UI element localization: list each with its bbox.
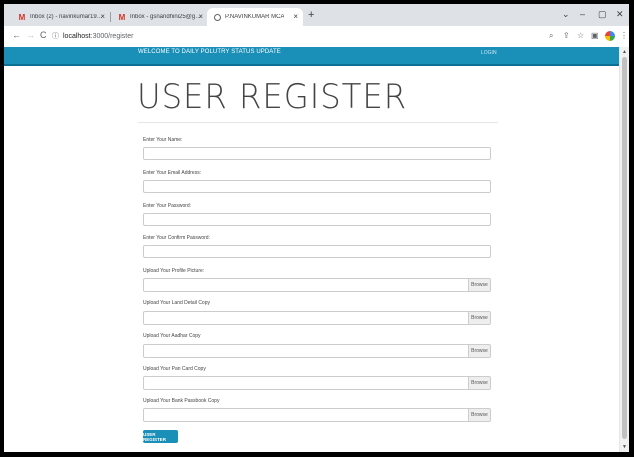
land-detail-label: Upload Your Land Detail Copy [143, 300, 210, 306]
tab-separator [110, 12, 111, 22]
tab-title: Inbox - gsnandhini25@gmail.co [130, 14, 202, 20]
scrollbar-thumb[interactable] [622, 57, 627, 439]
bank-passbook-file-input[interactable] [143, 408, 469, 422]
menu-icon[interactable]: ⋮ [620, 31, 628, 40]
site-brand[interactable]: WELCOME TO DAILY POLUTRY STATUS UPDATE [138, 49, 281, 55]
pan-card-upload: Browse [143, 376, 491, 390]
profile-picture-label: Upload Your Profile Picture: [143, 268, 205, 274]
tab-strip: M Inbox (2) - navinkumar1971999@ × M Inb… [4, 4, 629, 26]
maximize-button[interactable]: ▢ [598, 9, 607, 20]
reload-icon[interactable]: C [40, 30, 47, 40]
email-label: Enter Your Email Address: [143, 170, 202, 176]
page-title: USER REGISTER [137, 77, 408, 117]
sidebar-icon[interactable]: ▣ [591, 31, 599, 40]
browse-button[interactable]: Browse [468, 311, 491, 325]
tab-gmail-inbox-1[interactable]: M Inbox (2) - navinkumar1971999@ × [12, 8, 110, 26]
tab-search-icon[interactable]: ⌄ [562, 9, 570, 20]
tab-gmail-inbox-2[interactable]: M Inbox - gsnandhini25@gmail.co × [112, 8, 208, 26]
bank-passbook-label: Upload Your Bank Passbook Copy [143, 398, 220, 404]
site-navbar: WELCOME TO DAILY POLUTRY STATUS UPDATE L… [4, 47, 624, 66]
tab-title: P.NAVINKUMAR MCA [225, 14, 285, 20]
close-window-button[interactable]: ✕ [616, 9, 624, 20]
minimize-button[interactable]: – [580, 9, 585, 19]
new-tab-button[interactable]: + [308, 9, 314, 21]
aadhar-label: Upload Your Aadhar Copy [143, 333, 201, 339]
tab-active-page[interactable]: P.NAVINKUMAR MCA × [207, 8, 303, 26]
bookmark-star-icon[interactable]: ☆ [577, 31, 584, 40]
browse-button[interactable]: Browse [468, 278, 491, 292]
profile-avatar[interactable] [605, 31, 615, 41]
address-bar: ← → C ⓘ localhost :3000/register ⌕ ⇪ ☆ ▣… [4, 26, 629, 48]
bank-passbook-upload: Browse [143, 408, 491, 422]
name-input[interactable] [143, 147, 491, 160]
land-detail-file-input[interactable] [143, 311, 469, 325]
scroll-down-icon[interactable]: ▼ [622, 444, 627, 450]
browse-button[interactable]: Browse [468, 344, 491, 358]
name-label: Enter Your Name: [143, 137, 183, 143]
forward-icon[interactable]: → [26, 30, 35, 40]
profile-picture-upload: Browse [143, 278, 491, 292]
gmail-icon: M [18, 12, 26, 22]
close-icon[interactable]: × [198, 12, 203, 21]
browse-button[interactable]: Browse [468, 376, 491, 390]
password-label: Enter Your Password: [143, 203, 192, 209]
password-input[interactable] [143, 213, 491, 226]
page-content: WELCOME TO DAILY POLUTRY STATUS UPDATE L… [4, 47, 624, 452]
share-icon[interactable]: ⇪ [563, 31, 570, 40]
globe-icon [213, 13, 221, 21]
email-input[interactable] [143, 180, 491, 193]
profile-picture-file-input[interactable] [143, 278, 469, 292]
divider [138, 122, 498, 123]
url-path: :3000/register [90, 32, 134, 40]
zoom-icon[interactable]: ⌕ [549, 31, 553, 41]
back-icon[interactable]: ← [12, 30, 21, 40]
close-icon[interactable]: × [293, 12, 298, 21]
confirm-password-input[interactable] [143, 245, 491, 258]
confirm-password-label: Enter Your Confirm Password: [143, 235, 210, 241]
pan-card-file-input[interactable] [143, 376, 469, 390]
tab-title: Inbox (2) - navinkumar1971999@ [30, 14, 104, 20]
site-info-icon[interactable]: ⓘ [52, 31, 59, 41]
aadhar-upload: Browse [143, 344, 491, 358]
close-icon[interactable]: × [100, 12, 105, 21]
url-host: localhost [63, 32, 91, 40]
browser-window: M Inbox (2) - navinkumar1971999@ × M Inb… [0, 0, 634, 457]
user-register-button[interactable]: USER REGISTER [143, 430, 178, 443]
login-link[interactable]: LOGIN [481, 50, 497, 56]
url-input[interactable]: ⓘ localhost :3000/register [52, 29, 542, 43]
scroll-up-icon[interactable]: ▲ [622, 49, 627, 55]
aadhar-file-input[interactable] [143, 344, 469, 358]
scrollbar[interactable]: ▲ ▼ [619, 47, 629, 452]
browse-button[interactable]: Browse [468, 408, 491, 422]
gmail-icon: M [118, 12, 126, 22]
land-detail-upload: Browse [143, 311, 491, 325]
pan-card-label: Upload Your Pan Card Copy [143, 366, 206, 372]
